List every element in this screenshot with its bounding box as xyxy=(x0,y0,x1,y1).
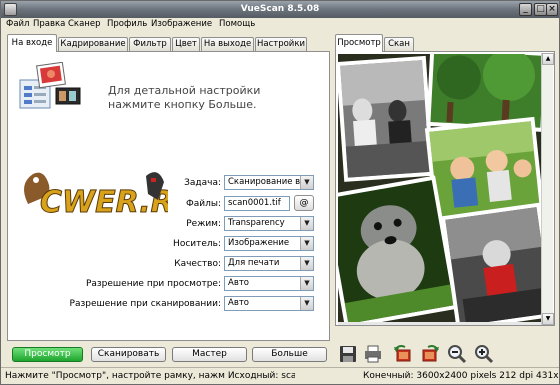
quality-select[interactable]: Для печати ▼ xyxy=(224,256,314,271)
chevron-down-icon: ▼ xyxy=(300,277,313,290)
tab-settings[interactable]: Настройки xyxy=(255,37,307,51)
scroll-down-icon[interactable]: ▼ xyxy=(542,313,554,325)
more-button[interactable]: Больше xyxy=(252,347,327,362)
quality-value: Для печати xyxy=(228,258,280,268)
menu-edit[interactable]: Правка xyxy=(33,19,65,29)
settings-tabs: На входе Кадрирование Фильтр Цвет На вых… xyxy=(7,34,330,52)
menu-help[interactable]: Помощь xyxy=(219,19,255,29)
rotate-left-icon[interactable] xyxy=(393,344,413,364)
chevron-down-icon: ▼ xyxy=(300,297,313,310)
files-input[interactable]: scan0001.tif xyxy=(224,196,290,211)
chevron-down-icon: ▼ xyxy=(300,237,313,250)
print-icon[interactable] xyxy=(363,344,383,364)
chevron-down-icon: ▼ xyxy=(300,217,313,230)
menu-bar: Файл Правка Сканер Профиль Изображение П… xyxy=(1,18,559,32)
rotate-right-icon[interactable] xyxy=(420,344,440,364)
preview-image[interactable] xyxy=(338,54,542,322)
scan-resolution-value: Авто xyxy=(228,298,249,308)
files-label: Файлы: xyxy=(185,199,221,209)
scan-button[interactable]: Сканировать xyxy=(91,347,166,362)
title-bar: VueScan 8.5.08 _ □ × xyxy=(1,1,559,18)
save-icon[interactable] xyxy=(338,344,358,364)
tab-input[interactable]: На входе xyxy=(7,34,57,52)
mode-select[interactable]: Transparency ▼ xyxy=(224,216,314,231)
quality-label: Качество: xyxy=(174,259,221,269)
task-label: Задача: xyxy=(184,178,221,188)
info-line-1: Для детальной настройки xyxy=(108,84,261,97)
media-select[interactable]: Изображение ▼ xyxy=(224,236,314,251)
task-value: Сканирование в ф xyxy=(228,177,311,187)
menu-scanner[interactable]: Сканер xyxy=(68,19,100,29)
close-button[interactable]: × xyxy=(546,3,558,16)
tab-crop[interactable]: Кадрирование xyxy=(58,37,128,51)
zoom-in-icon[interactable] xyxy=(474,344,494,364)
mode-value: Transparency xyxy=(228,218,285,228)
settings-panel: На входе Кадрирование Фильтр Цвет На вых… xyxy=(7,34,330,341)
scanner-photo-icon xyxy=(19,62,81,109)
media-label: Носитель: xyxy=(173,239,221,249)
preview-frame-bar xyxy=(338,322,542,325)
tab-filter[interactable]: Фильтр xyxy=(129,37,171,51)
menu-file[interactable]: Файл xyxy=(6,19,29,29)
preview-tabs: Просмотр Скан xyxy=(335,34,555,52)
preview-resolution-select[interactable]: Авто ▼ xyxy=(224,276,314,291)
preview-resolution-value: Авто xyxy=(228,278,249,288)
status-bar: Нажмите "Просмотр", настройте рамку, наж… xyxy=(1,367,559,384)
scan-resolution-label: Разрешение при сканировании: xyxy=(69,299,221,309)
menu-image[interactable]: Изображение xyxy=(151,19,212,29)
preview-panel: Просмотр Скан ▲ ▼ xyxy=(335,34,555,326)
chevron-down-icon: ▼ xyxy=(300,257,313,270)
app-window: VueScan 8.5.08 _ □ × Файл Правка Сканер … xyxy=(0,0,560,385)
status-left-text: Нажмите "Просмотр", настройте рамку, наж… xyxy=(5,371,295,381)
scan-resolution-select[interactable]: Авто ▼ xyxy=(224,296,314,311)
menu-profile[interactable]: Профиль xyxy=(107,19,147,29)
media-value: Изображение xyxy=(228,238,290,248)
preview-button[interactable]: Просмотр xyxy=(12,347,83,362)
tab-output[interactable]: На выходе xyxy=(201,37,254,51)
preview-vertical-scrollbar[interactable]: ▲ ▼ xyxy=(541,53,554,325)
tab-preview[interactable]: Просмотр xyxy=(335,34,383,52)
tab-scan[interactable]: Скан xyxy=(384,37,414,51)
file-name-button[interactable]: @ xyxy=(294,195,314,211)
info-line-2: нажмите кнопку Больше. xyxy=(108,98,257,111)
tab-color[interactable]: Цвет xyxy=(172,37,200,51)
window-title: VueScan 8.5.08 xyxy=(240,4,320,14)
preview-pane: ▲ ▼ xyxy=(335,51,555,326)
task-select[interactable]: Сканирование в ф ▼ xyxy=(224,175,314,190)
mode-label: Режим: xyxy=(186,219,221,229)
zoom-out-icon[interactable] xyxy=(447,344,467,364)
preview-resolution-label: Разрешение при просмотре: xyxy=(85,279,221,289)
cwer-logo: CWER.RU xyxy=(24,172,168,221)
scroll-up-icon[interactable]: ▲ xyxy=(542,53,554,65)
wizard-button[interactable]: Мастер xyxy=(172,347,247,362)
input-tab-content: Для детальной настройки нажмите кнопку Б… xyxy=(7,51,330,341)
chevron-down-icon: ▼ xyxy=(300,176,313,189)
status-right-text: Конечный: 3600x2400 pixels 212 dpi 431x xyxy=(363,371,559,381)
minimize-button[interactable]: _ xyxy=(519,3,532,16)
